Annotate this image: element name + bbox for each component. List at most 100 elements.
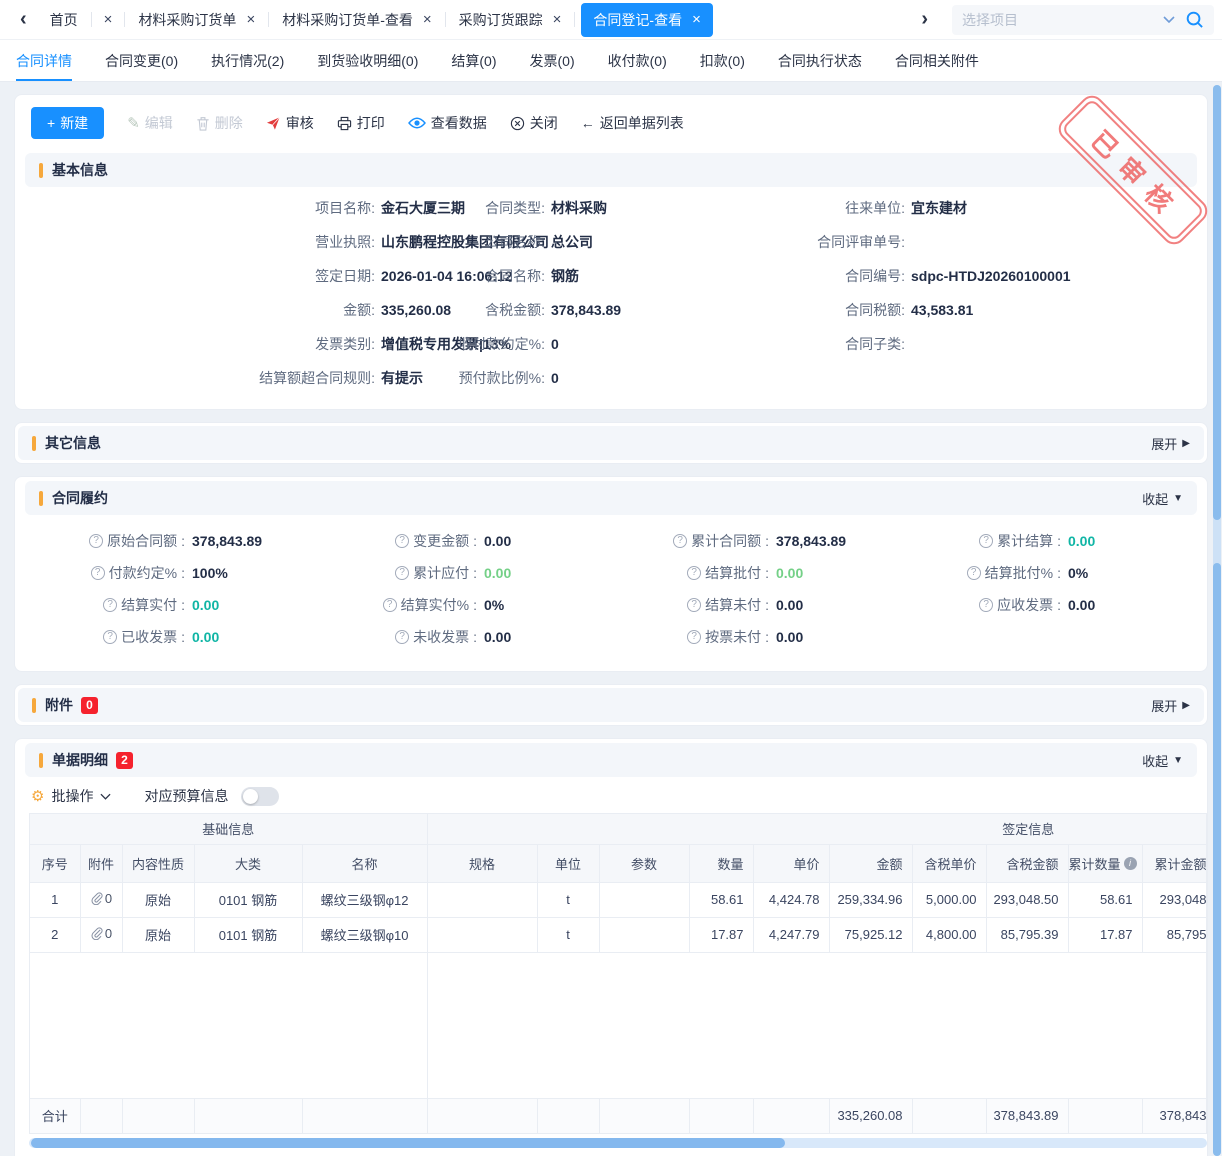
table-total-row: 合计 335,260.08 378,843.89 378,843: [30, 1098, 1207, 1133]
project-select[interactable]: [952, 5, 1214, 35]
detail-count-badge: 2: [116, 752, 133, 769]
basic-info-fields: 项目名称金石大厦三期 合同类型材料采购 往来单位宜东建材 营业执照山东鹏程控股集…: [15, 187, 1207, 409]
contract-nav-tabs: 合同详情 合同变更(0) 执行情况(2) 到货验收明细(0) 结算(0) 发票(…: [0, 40, 1222, 82]
search-icon[interactable]: [1185, 10, 1204, 29]
tab-separator: [574, 12, 575, 27]
col-qty: 数量: [689, 844, 753, 882]
audit-button[interactable]: 审核: [266, 113, 314, 133]
detail-header: 单据明细 2 收起 ▼: [25, 743, 1197, 777]
top-tab-purchase-track[interactable]: 采购订货跟踪 ×: [446, 10, 575, 30]
edit-button[interactable]: ✎ 编辑: [127, 113, 173, 133]
horizontal-scrollbar[interactable]: [29, 1138, 1207, 1148]
performance-header: 合同履约 收起 ▼: [25, 481, 1197, 515]
table-row[interactable]: 1 0 原始 0101 钢筋 螺纹三级钢φ12 t 58.61 4,424.78…: [30, 882, 1207, 917]
collapse-arrow-icon: ▼: [1173, 493, 1183, 504]
tab-settlement[interactable]: 结算(0): [451, 40, 496, 81]
perf-pay-agreed: ?付款约定%100%: [45, 557, 337, 589]
field-business-license: 营业执照山东鹏程控股集团有限公司: [45, 225, 437, 259]
chevron-down-icon[interactable]: [1163, 16, 1175, 23]
project-select-input[interactable]: [962, 12, 1159, 28]
group-header-signed: 签定信息: [427, 814, 1207, 844]
total-tax-amount: 378,843.89: [986, 1098, 1068, 1133]
question-icon[interactable]: ?: [89, 534, 103, 548]
perf-invoice-receivable: ?应收发票0.00: [921, 589, 1213, 621]
perf-cum-contract: ?累计合同额378,843.89: [629, 525, 921, 557]
question-icon[interactable]: ?: [687, 598, 701, 612]
tab-deduction[interactable]: 扣款(0): [700, 40, 745, 81]
tabs-scroll-left-icon[interactable]: ‹: [10, 8, 37, 31]
vertical-scrollbar-thumb[interactable]: [1213, 85, 1221, 520]
collapse-toggle[interactable]: 收起 ▼: [1142, 489, 1183, 508]
field-counterparty: 往来单位宜东建材: [793, 191, 1197, 225]
expand-toggle[interactable]: 展开 ▶: [1151, 696, 1190, 715]
horizontal-scrollbar-thumb[interactable]: [31, 1138, 785, 1148]
batch-operations-button[interactable]: 批操作: [51, 786, 93, 806]
question-icon[interactable]: ?: [103, 598, 117, 612]
top-tab-material-order[interactable]: 材料采购订货单 ×: [125, 10, 268, 30]
top-tab-home[interactable]: 首页: [37, 10, 91, 30]
print-button[interactable]: 打印: [337, 113, 385, 133]
close-tab-icon[interactable]: ×: [246, 11, 255, 28]
col-attachment: 附件: [80, 844, 122, 882]
tab-invoice[interactable]: 发票(0): [530, 40, 575, 81]
top-tab-contract-view-active[interactable]: 合同登记-查看 ×: [581, 3, 712, 37]
new-button[interactable]: +新建: [31, 107, 104, 139]
delete-button[interactable]: 删除: [196, 113, 243, 133]
table-row[interactable]: 2 0 原始 0101 钢筋 螺纹三级钢φ10 t 17.87 4,247.79…: [30, 917, 1207, 952]
expand-toggle[interactable]: 展开 ▶: [1151, 434, 1190, 453]
tab-arrival-detail[interactable]: 到货验收明细(0): [317, 40, 418, 81]
question-icon[interactable]: ?: [687, 566, 701, 580]
tab-related-files[interactable]: 合同相关附件: [895, 40, 979, 81]
accent-bar: [39, 753, 43, 768]
collapse-toggle[interactable]: 收起 ▼: [1142, 751, 1183, 770]
section-title: 附件: [45, 695, 73, 715]
question-icon[interactable]: ?: [395, 534, 409, 548]
budget-info-toggle[interactable]: [241, 787, 279, 806]
question-icon[interactable]: ?: [979, 598, 993, 612]
expand-arrow-icon: ▶: [1182, 438, 1190, 449]
question-icon[interactable]: ?: [673, 534, 687, 548]
question-icon[interactable]: ?: [383, 598, 397, 612]
view-data-button[interactable]: 查看数据: [408, 113, 487, 133]
table-column-header-row: 序号 附件 内容性质 大类 名称 规格 单位 参数 数量 单价 金额 含税单价 …: [30, 844, 1207, 882]
attachment-cell[interactable]: 0: [80, 882, 122, 917]
question-icon[interactable]: ?: [395, 630, 409, 644]
paper-plane-icon: [266, 116, 281, 131]
field-contract-name: 合同名称钢筋: [437, 259, 793, 293]
perf-change-amount: ?变更金额0.00: [337, 525, 629, 557]
tab-contract-detail[interactable]: 合同详情: [16, 40, 72, 81]
question-icon[interactable]: ?: [395, 566, 409, 580]
tab-payment[interactable]: 收付款(0): [608, 40, 667, 81]
tab-contract-change[interactable]: 合同变更(0): [105, 40, 178, 81]
top-tab-bar: ‹ 首页 × 材料采购订货单 × 材料采购订货单-查看 × 采购订货跟踪 × 合…: [0, 0, 1222, 40]
question-icon[interactable]: ?: [91, 566, 105, 580]
tabs-scroll-right-icon[interactable]: ›: [911, 8, 938, 31]
expand-arrow-icon: ▶: [1182, 700, 1190, 711]
question-icon[interactable]: ?: [979, 534, 993, 548]
col-tax-price: 含税单价: [912, 844, 986, 882]
question-icon[interactable]: ?: [967, 566, 981, 580]
attachment-cell[interactable]: 0: [80, 917, 122, 952]
vertical-scrollbar[interactable]: [1213, 85, 1221, 1156]
attachments-card: 附件 0 展开 ▶: [14, 684, 1208, 726]
vertical-scrollbar-thumb[interactable]: [1213, 563, 1221, 1156]
field-amount: 金额335,260.08: [45, 293, 437, 327]
field-sign-date: 签定日期2026-01-04 16:06:12: [45, 259, 437, 293]
close-tab-icon[interactable]: ×: [692, 11, 701, 28]
close-tab-icon[interactable]: ×: [553, 11, 562, 28]
chevron-down-icon[interactable]: [100, 793, 111, 800]
tab-exec-status[interactable]: 合同执行状态: [778, 40, 862, 81]
close-button[interactable]: 关闭: [510, 113, 558, 133]
question-icon[interactable]: ?: [687, 630, 701, 644]
close-tab-icon[interactable]: ×: [423, 11, 432, 28]
close-tab-icon[interactable]: ×: [92, 11, 125, 28]
tab-execution[interactable]: 执行情况(2): [211, 40, 284, 81]
question-icon[interactable]: ?: [103, 630, 117, 644]
group-header-basic: 基础信息: [30, 814, 427, 844]
perf-unpaid-by-invoice: ?按票未付0.00: [629, 621, 921, 653]
info-icon[interactable]: i: [1124, 857, 1137, 870]
field-contract-tax: 合同税额43,583.81: [793, 293, 1197, 327]
top-tab-material-order-view[interactable]: 材料采购订货单-查看 ×: [269, 10, 444, 30]
back-to-list-button[interactable]: ← 返回单据列表: [581, 113, 684, 133]
col-cum-qty: 累计数量i: [1068, 844, 1142, 882]
